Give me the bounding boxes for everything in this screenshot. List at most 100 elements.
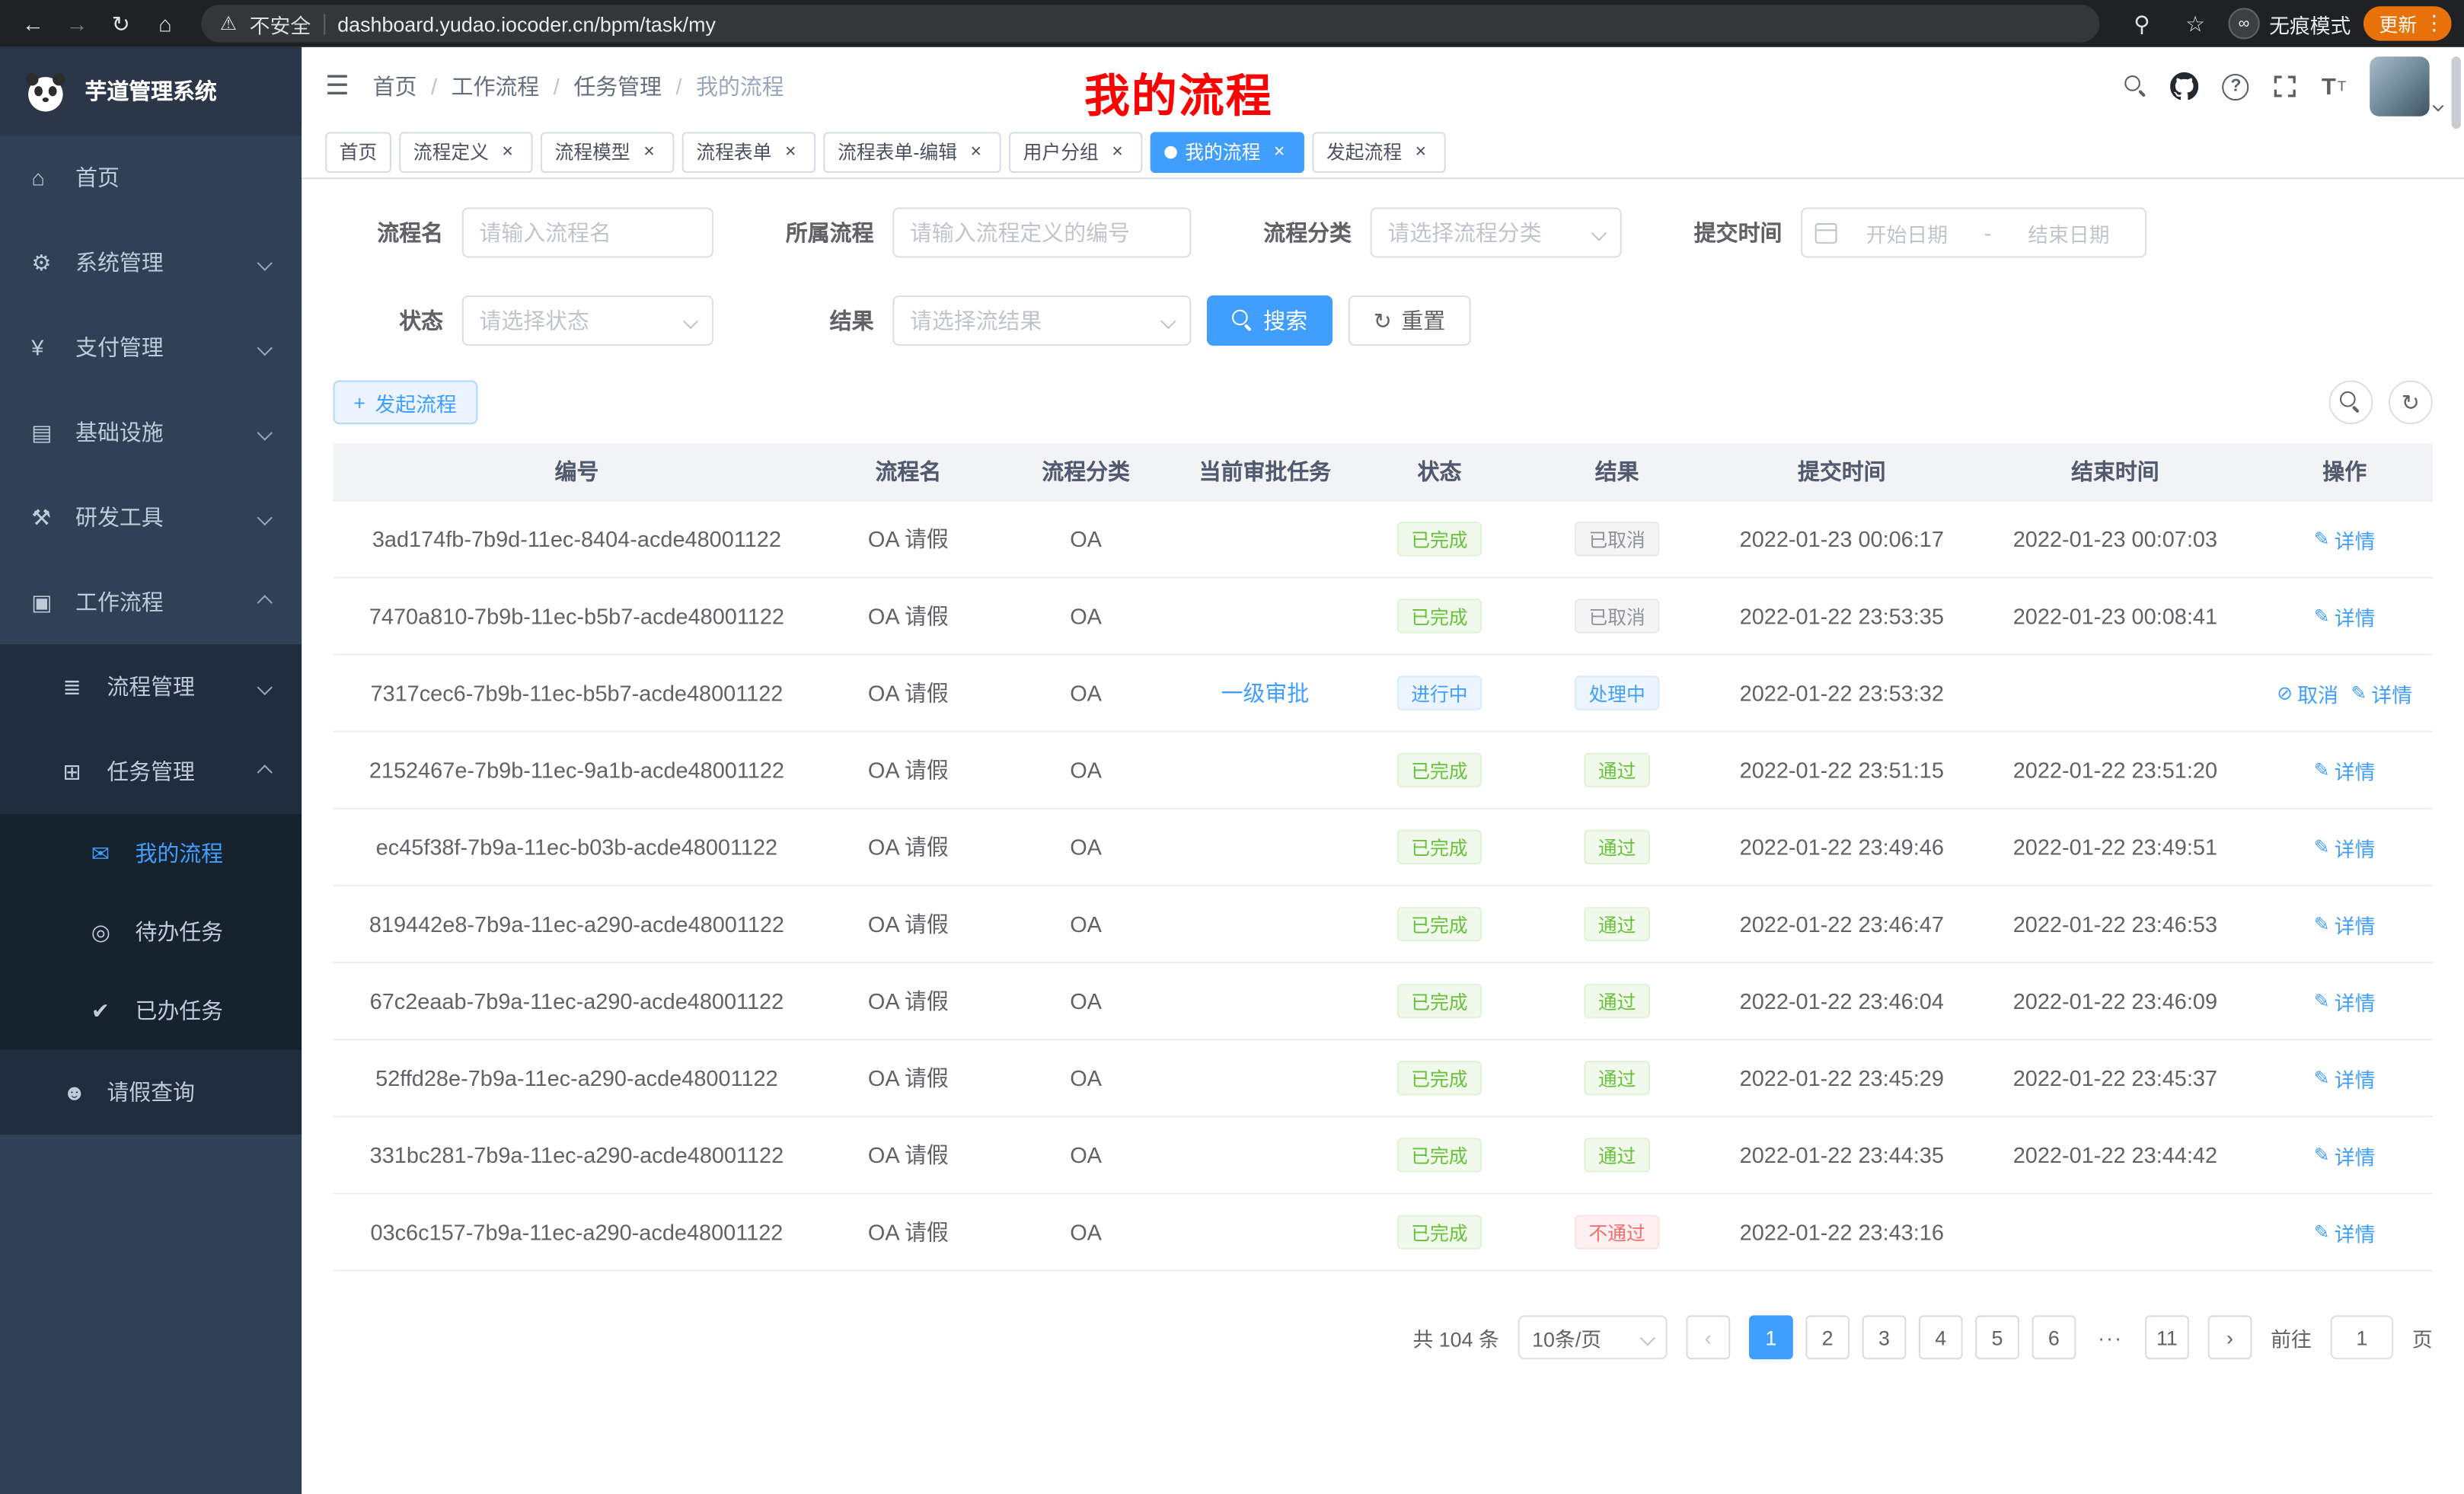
detail-action-link[interactable]: ✎详情 xyxy=(2314,755,2376,785)
toggle-search-button[interactable] xyxy=(2329,380,2373,424)
sidebar-item-home[interactable]: ⌂首页 xyxy=(0,135,302,219)
filter-label-submit-time: 提交时间 xyxy=(1659,217,1801,248)
process-id: 52ffd28e-7b9a-11ec-a290-acde48001122 xyxy=(375,1065,778,1090)
star-icon[interactable]: ☆ xyxy=(2175,5,2216,43)
sidebar-item-workflow[interactable]: ▣工作流程 xyxy=(0,560,302,644)
user-avatar[interactable] xyxy=(2370,56,2442,116)
close-icon[interactable]: × xyxy=(965,141,987,163)
close-icon[interactable]: × xyxy=(1269,141,1291,163)
detail-action-link[interactable]: ✎详情 xyxy=(2314,601,2376,630)
security-label[interactable]: 不安全 xyxy=(250,8,311,38)
detail-action-link[interactable]: ✎详情 xyxy=(2314,1217,2376,1247)
close-icon[interactable]: × xyxy=(496,141,519,163)
refresh-table-button[interactable]: ↻ xyxy=(2389,380,2433,424)
cell-result: 通过 xyxy=(1524,1040,1710,1116)
close-icon[interactable]: × xyxy=(780,141,802,163)
scrollbar-thumb[interactable] xyxy=(2452,56,2461,129)
create-process-button[interactable]: + 发起流程 xyxy=(334,380,477,424)
sidebar-item-system-mgmt[interactable]: ⚙系统管理 xyxy=(0,220,302,305)
result-select[interactable]: 请选择流结果 xyxy=(892,295,1191,346)
kebab-menu-icon[interactable]: ⋮ xyxy=(2423,11,2445,36)
github-icon[interactable] xyxy=(2171,72,2199,101)
page-button-2[interactable]: 2 xyxy=(1805,1315,1850,1359)
reload-icon[interactable]: ↻ xyxy=(101,5,142,43)
url-text[interactable]: dashboard.yudao.iocoder.cn/bpm/task/my xyxy=(337,11,716,35)
detail-action-link[interactable]: ✎详情 xyxy=(2351,678,2412,708)
sidebar-item-my-process[interactable]: ✉我的流程 xyxy=(0,814,302,892)
process-def-input-field[interactable] xyxy=(910,220,1174,245)
update-button[interactable]: 更新 ⋮ xyxy=(2363,6,2452,40)
sidebar-item-todo-task[interactable]: ◎待办任务 xyxy=(0,892,302,971)
detail-action-link[interactable]: ✎详情 xyxy=(2314,1140,2376,1170)
page-button-5[interactable]: 5 xyxy=(1975,1315,2019,1359)
detail-action-link[interactable]: ✎详情 xyxy=(2314,909,2376,939)
address-bar[interactable]: ⚠ 不安全 dashboard.yudao.iocoder.cn/bpm/tas… xyxy=(201,5,2099,43)
sidebar-item-done-task[interactable]: ✔已办任务 xyxy=(0,971,302,1049)
detail-action-link[interactable]: ✎详情 xyxy=(2314,524,2376,554)
next-page-button[interactable]: › xyxy=(2208,1315,2252,1359)
result-tag: 已取消 xyxy=(1575,599,1659,633)
close-icon[interactable]: × xyxy=(1106,141,1128,163)
app-logo[interactable]: 芋道管理系统 xyxy=(0,47,302,136)
tab-my-process[interactable]: 我的流程× xyxy=(1151,131,1304,172)
goto-page-input[interactable] xyxy=(2331,1315,2394,1359)
search-icon xyxy=(2340,391,2362,413)
forward-icon[interactable]: → xyxy=(56,5,97,43)
tab-process-form-edit[interactable]: 流程表单-编辑× xyxy=(824,131,1001,172)
status-select[interactable]: 请选择状态 xyxy=(462,295,713,346)
page-button-4[interactable]: 4 xyxy=(1919,1315,1963,1359)
tab-user-group[interactable]: 用户分组× xyxy=(1009,131,1142,172)
breadcrumb: 首页 / 工作流程 / 任务管理 / 我的流程 xyxy=(373,71,784,102)
process-name-input-field[interactable] xyxy=(479,220,696,245)
breadcrumb-item-home[interactable]: 首页 xyxy=(373,71,417,102)
detail-action-link[interactable]: ✎详情 xyxy=(2314,832,2376,862)
breadcrumb-item-workflow[interactable]: 工作流程 xyxy=(452,71,540,102)
tab-process-form[interactable]: 流程表单× xyxy=(682,131,815,172)
search-button[interactable]: 搜索 xyxy=(1207,295,1333,346)
page-button-11[interactable]: 11 xyxy=(2145,1315,2189,1359)
category-select[interactable]: 请选择流程分类 xyxy=(1371,207,1622,257)
chat-icon: ✉ xyxy=(91,840,126,867)
process-category: OA xyxy=(1070,758,1102,783)
browser-home-icon[interactable]: ⌂ xyxy=(145,5,186,43)
close-icon[interactable]: × xyxy=(1409,141,1431,163)
fullscreen-icon[interactable] xyxy=(2273,74,2298,99)
sidebar-item-payment-mgmt[interactable]: ¥支付管理 xyxy=(0,305,302,389)
start-date-placeholder: 开始日期 xyxy=(1843,218,1971,247)
sidebar-item-label: 系统管理 xyxy=(75,247,259,278)
detail-action-link[interactable]: ✎详情 xyxy=(2314,1063,2376,1093)
back-icon[interactable]: ← xyxy=(13,5,54,43)
page-button-1[interactable]: 1 xyxy=(1749,1315,1793,1359)
detail-action-link[interactable]: ✎详情 xyxy=(2314,986,2376,1016)
process-name-input[interactable] xyxy=(462,207,713,257)
reset-button-label: 重置 xyxy=(1401,305,1445,336)
current-task-link[interactable]: 一级审批 xyxy=(1221,677,1310,708)
sidebar-item-task-mgmt[interactable]: ⊞任务管理 xyxy=(0,729,302,814)
submit-time-range-picker[interactable]: 开始日期 - 结束日期 xyxy=(1801,207,2146,257)
tab-start-process[interactable]: 发起流程× xyxy=(1312,131,1445,172)
key-icon[interactable]: ⚲ xyxy=(2121,5,2162,43)
pager-more-button[interactable]: ··· xyxy=(2089,1315,2133,1359)
close-icon[interactable]: × xyxy=(638,141,660,163)
sidebar-item-infrastructure[interactable]: ▤基础设施 xyxy=(0,390,302,474)
help-icon[interactable]: ? xyxy=(2223,73,2249,100)
prev-page-button[interactable]: ‹ xyxy=(1686,1315,1730,1359)
process-def-input[interactable] xyxy=(892,207,1191,257)
sidebar-item-leave-query[interactable]: ☻请假查询 xyxy=(0,1050,302,1135)
fontsize-icon[interactable]: TT xyxy=(2322,73,2346,100)
tab-process-model[interactable]: 流程模型× xyxy=(541,131,674,172)
submit-time: 2022-01-22 23:46:47 xyxy=(1740,911,1944,937)
tab-process-definition[interactable]: 流程定义× xyxy=(399,131,532,172)
sidebar-item-process-mgmt[interactable]: ≣流程管理 xyxy=(0,644,302,729)
cell-actions: ✎详情 xyxy=(2257,501,2433,576)
search-icon[interactable] xyxy=(2125,75,2147,97)
breadcrumb-item-task-mgmt[interactable]: 任务管理 xyxy=(573,71,662,102)
page-button-6[interactable]: 6 xyxy=(2032,1315,2076,1359)
reset-button[interactable]: ↻ 重置 xyxy=(1348,295,1470,346)
tab-home[interactable]: 首页 xyxy=(325,131,391,172)
sidebar-item-dev-tools[interactable]: ⚒研发工具 xyxy=(0,474,302,559)
cancel-action-link[interactable]: ⊘取消 xyxy=(2277,678,2338,708)
page-button-3[interactable]: 3 xyxy=(1862,1315,1907,1359)
page-size-select[interactable]: 10条/页 xyxy=(1518,1315,1668,1359)
hamburger-icon[interactable]: ☰ xyxy=(302,71,372,102)
